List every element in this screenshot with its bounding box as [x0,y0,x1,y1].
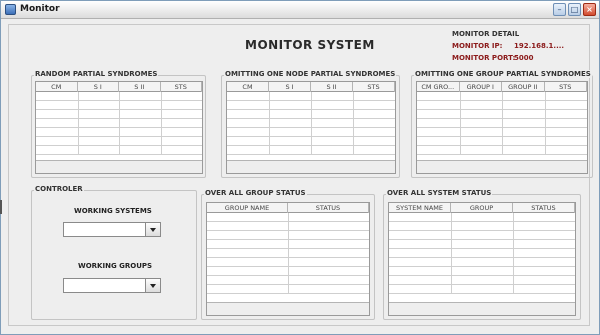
table-row[interactable] [389,240,575,249]
minimize-icon: – [557,5,562,14]
working-systems-select[interactable] [63,222,161,237]
omit-node-table[interactable]: CM S IS II STS [226,81,396,174]
chevron-down-icon [150,284,156,288]
column-header[interactable]: GROUP [451,203,513,213]
title-bar[interactable]: Monitor – □ × [1,1,599,19]
controller-panel: CONTROLER WORKING SYSTEMS WORKING GROUPS [31,185,197,320]
table-empty-area [389,302,575,315]
maximize-button[interactable]: □ [568,3,581,16]
chevron-down-icon [150,228,156,232]
monitor-detail-label: MONITOR DETAIL [452,30,520,38]
close-button[interactable]: × [583,3,596,16]
minimize-button[interactable]: – [553,3,566,16]
table-header: GROUP NAME STATUS [207,203,369,213]
monitor-port-label: MONITOR PORT: [452,54,516,62]
group-status-panel: OVER ALL GROUP STATUS GROUP NAME STATUS [201,189,375,320]
monitor-port-value: 5000 [514,54,534,62]
table-row[interactable] [389,222,575,231]
table-header: CM S IS II STS [36,82,202,92]
column-divider [459,92,461,155]
random-syndromes-table[interactable]: CM S IS II STS [35,81,203,174]
table-empty-area [227,160,395,173]
controller-title: CONTROLER [34,185,84,193]
table-header: CM GRO... GROUP I GROUP II STS [417,82,587,92]
random-syndromes-title: RANDOM PARTIAL SYNDROMES [34,70,159,78]
monitor-app-icon [5,4,16,15]
column-header[interactable]: STS [545,82,587,92]
column-divider [451,213,452,294]
omit-group-title: OMITTING ONE GROUP PARTIAL SYNDROMES [414,70,592,78]
column-header[interactable]: S I [269,82,311,92]
working-groups-select[interactable] [63,278,161,293]
maximize-icon: □ [570,5,579,14]
table-row[interactable] [389,267,575,276]
page-title: MONITOR SYSTEM [245,38,375,52]
column-header[interactable]: STS [161,82,202,92]
group-status-title: OVER ALL GROUP STATUS [204,189,307,197]
monitor-ip-label: MONITOR IP: [452,42,503,50]
column-header[interactable]: GROUP II [502,82,545,92]
column-header[interactable]: STATUS [288,203,369,213]
random-syndromes-panel: RANDOM PARTIAL SYNDROMES CM S IS II STS [31,70,206,178]
column-header[interactable]: CM GRO... [417,82,460,92]
column-divider [119,92,120,155]
column-header[interactable]: S II [119,82,161,92]
column-header[interactable]: CM [36,82,78,92]
table-header: SYSTEM NAME GROUP STATUS [389,203,575,213]
monitor-detail: MONITOR DETAIL MONITOR IP: 192.168.1....… [448,30,594,66]
column-divider [160,92,162,155]
column-header[interactable]: CM [227,82,269,92]
column-divider [353,92,354,155]
column-header[interactable]: SYSTEM NAME [389,203,451,213]
table-header: CM S IS II STS [227,82,395,92]
table-row[interactable] [389,285,575,294]
table-row[interactable] [389,258,575,267]
column-divider [544,92,546,155]
column-divider [502,92,503,155]
table-row[interactable] [389,213,575,222]
system-status-table[interactable]: SYSTEM NAME GROUP STATUS [388,202,576,316]
column-header[interactable]: STATUS [513,203,575,213]
column-header[interactable]: GROUP I [460,82,502,92]
omit-node-title: OMITTING ONE NODE PARTIAL SYNDROMES [224,70,397,78]
column-divider [311,92,312,155]
column-header[interactable]: S I [78,82,119,92]
system-status-panel: OVER ALL SYSTEM STATUS SYSTEM NAME GROUP S… [383,189,581,320]
omit-group-panel: OMITTING ONE GROUP PARTIAL SYNDROMES CM … [411,70,593,178]
column-header[interactable]: STS [353,82,395,92]
table-row[interactable] [389,276,575,285]
system-status-title: OVER ALL SYSTEM STATUS [386,189,493,197]
column-header[interactable]: S II [311,82,353,92]
table-empty-area [36,160,202,173]
working-groups-label: WORKING GROUPS [78,262,153,270]
column-divider [77,92,79,155]
column-divider [513,213,514,294]
column-divider [288,213,289,294]
omit-group-table[interactable]: CM GRO... GROUP I GROUP II STS [416,81,588,174]
resize-edge [0,200,2,214]
monitor-ip-value: 192.168.1.... [514,42,565,50]
working-systems-label: WORKING SYSTEMS [74,207,152,215]
table-row[interactable] [389,231,575,240]
working-systems-dropdown-button[interactable] [145,223,160,236]
group-status-table[interactable]: GROUP NAME STATUS [206,202,370,316]
column-divider [269,92,270,155]
table-empty-area [417,160,587,173]
table-empty-area [207,302,369,315]
window-title: Monitor [20,4,60,14]
table-row[interactable] [389,249,575,258]
working-groups-dropdown-button[interactable] [145,279,160,292]
close-icon: × [586,5,593,14]
column-header[interactable]: GROUP NAME [207,203,288,213]
omit-node-panel: OMITTING ONE NODE PARTIAL SYNDROMES CM S … [221,70,400,178]
